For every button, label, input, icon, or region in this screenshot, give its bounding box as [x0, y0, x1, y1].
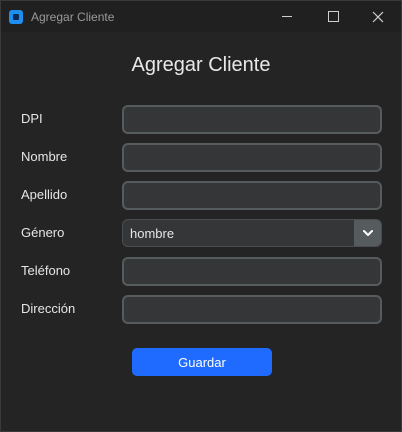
- dpi-label: DPI: [21, 111, 43, 126]
- minimize-icon: [282, 16, 292, 17]
- close-icon: [372, 11, 384, 22]
- nombre-input[interactable]: [124, 145, 380, 170]
- telefono-field[interactable]: [122, 257, 382, 286]
- app-window: Agregar Cliente Agregar Cliente DPI Nomb…: [0, 0, 402, 432]
- maximize-icon: [327, 11, 339, 22]
- apellido-field[interactable]: [122, 181, 382, 210]
- close-button[interactable]: [355, 1, 401, 32]
- window-title: Agregar Cliente: [31, 9, 115, 24]
- direccion-input[interactable]: [124, 297, 380, 322]
- app-icon: [9, 9, 23, 24]
- genero-selected-value: hombre: [130, 226, 175, 241]
- telefono-input[interactable]: [124, 259, 380, 284]
- direccion-label: Dirección: [21, 301, 76, 316]
- nombre-field[interactable]: [122, 143, 382, 172]
- telefono-label: Teléfono: [21, 263, 71, 278]
- form-heading: Agregar Cliente: [131, 54, 271, 76]
- maximize-button[interactable]: [310, 1, 356, 32]
- title-bar: Agregar Cliente: [1, 1, 401, 32]
- apellido-input[interactable]: [124, 183, 380, 208]
- apellido-label: Apellido: [21, 187, 68, 202]
- nombre-label: Nombre: [21, 149, 68, 164]
- dropdown-button[interactable]: [354, 220, 381, 246]
- dpi-field[interactable]: [122, 105, 382, 134]
- genero-select[interactable]: hombre: [122, 219, 382, 247]
- chevron-down-icon: [362, 229, 373, 236]
- direccion-field[interactable]: [122, 295, 382, 324]
- minimize-button[interactable]: [264, 1, 310, 32]
- genero-label: Género: [21, 225, 65, 240]
- dpi-input[interactable]: [124, 107, 380, 132]
- save-button[interactable]: Guardar: [132, 348, 272, 376]
